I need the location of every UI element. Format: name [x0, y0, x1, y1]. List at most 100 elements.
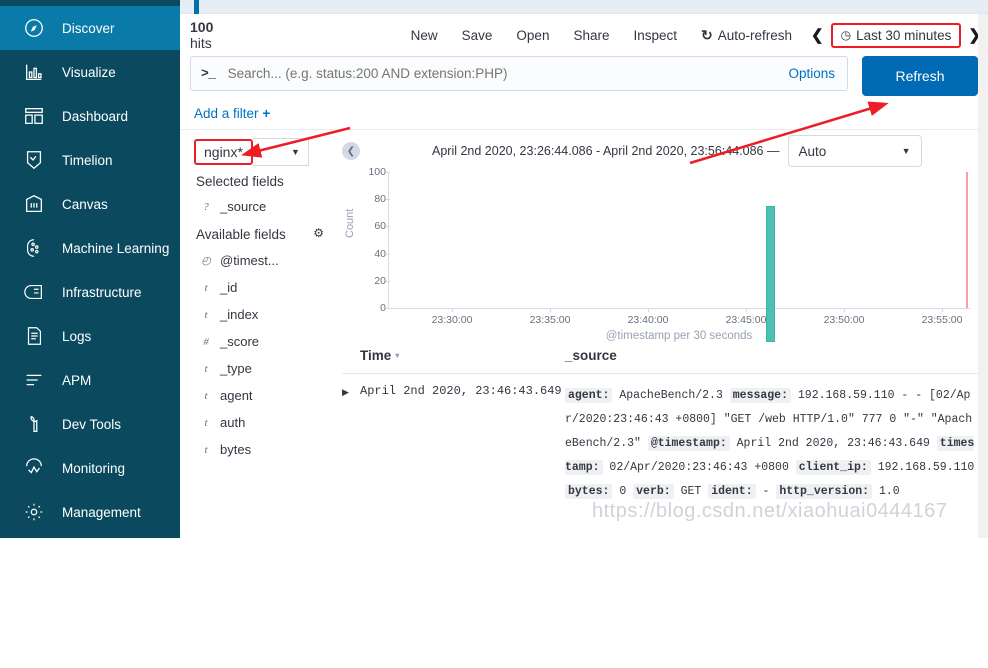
chart-time-range-label: April 2nd 2020, 23:26:44.086 - April 2nd…: [432, 144, 780, 158]
field-type-string-icon: t: [204, 308, 208, 321]
inspect-button[interactable]: Inspect: [621, 24, 689, 47]
field-item-agent[interactable]: t agent: [194, 382, 332, 409]
auto-refresh-button[interactable]: ↻ Auto-refresh: [689, 23, 804, 48]
discover-body: nginx* ▼ Selected fields ? _source Avail…: [180, 130, 988, 668]
field-item-source[interactable]: ? _source: [194, 193, 332, 220]
x-tickmark: [942, 308, 943, 312]
field-item-type[interactable]: t _type: [194, 355, 332, 382]
bar-chart-icon: [22, 60, 46, 84]
share-button[interactable]: Share: [561, 24, 621, 47]
index-pattern-value: nginx*: [194, 139, 253, 165]
x-tick: 23:50:00: [823, 314, 865, 326]
sidebar-item-monitoring[interactable]: Monitoring: [0, 446, 180, 490]
x-tickmark: [746, 308, 747, 312]
field-type-string-icon: t: [204, 281, 208, 294]
save-button[interactable]: Save: [450, 24, 505, 47]
sidebar-item-machine-learning[interactable]: Machine Learning: [0, 226, 180, 270]
gear-icon[interactable]: ⚙: [313, 226, 324, 240]
source-key: http_version:: [776, 484, 873, 499]
wrench-icon: [22, 412, 46, 436]
field-item-timestamp[interactable]: ◴ @timest...: [194, 247, 332, 274]
sidebar-item-label: Monitoring: [62, 460, 126, 476]
sidebar-item-infrastructure[interactable]: Infrastructure: [0, 270, 180, 314]
query-row: >_ Options Refresh: [180, 56, 988, 96]
field-type-date-icon: ◴: [201, 255, 211, 267]
source-value: GET: [680, 485, 702, 498]
hits-number: 100: [190, 19, 214, 35]
sidebar-item-discover[interactable]: Discover: [0, 6, 180, 50]
canvas-icon: [22, 192, 46, 216]
field-type-string-icon: t: [204, 362, 208, 375]
discover-topbar: 100 hits New Save Open Share Inspect ↻ A…: [180, 14, 988, 56]
sidebar-item-management[interactable]: Management: [0, 490, 180, 534]
query-options-button[interactable]: Options: [788, 66, 837, 81]
main-region: 100 hits New Save Open Share Inspect ↻ A…: [180, 0, 988, 538]
chart-header: ❮ April 2nd 2020, 23:26:44.086 - April 2…: [336, 130, 988, 172]
field-type-string-icon: t: [204, 443, 208, 456]
histogram-plot: Count 100 80 60 40 20 0 23:30:00 23:35:0…: [342, 166, 972, 342]
sort-descending-icon: ▾: [395, 351, 400, 360]
add-filter-button[interactable]: Add a filter +: [194, 106, 270, 121]
chevron-down-icon[interactable]: ▼: [252, 138, 309, 166]
sidebar-item-logs[interactable]: Logs: [0, 314, 180, 358]
index-pattern-selector[interactable]: nginx* ▼: [194, 138, 332, 166]
x-tick: 23:45:00: [725, 314, 767, 326]
collapse-left-icon[interactable]: ❮: [342, 142, 360, 160]
search-bar[interactable]: >_ Options: [190, 56, 848, 91]
table-header-row: Time ▾ _source: [342, 342, 988, 374]
source-key: bytes:: [565, 484, 613, 499]
search-input[interactable]: [225, 65, 789, 82]
field-type-unknown-icon: ?: [203, 200, 209, 213]
sidebar-item-label: Infrastructure: [62, 284, 142, 300]
sidebar-item-dev-tools[interactable]: Dev Tools: [0, 402, 180, 446]
table-row[interactable]: ▶ April 2nd 2020, 23:46:43.649 agent: Ap…: [342, 374, 988, 504]
document-table: Time ▾ _source ▶ April 2nd 2020, 23:46:4…: [336, 342, 988, 504]
time-range-picker[interactable]: ◷ Last 30 minutes: [830, 22, 962, 48]
x-tick: 23:40:00: [627, 314, 669, 326]
histogram-chart: Count 100 80 60 40 20 0 23:30:00 23:35:0…: [336, 166, 988, 342]
y-tick: 100: [368, 166, 386, 178]
x-tick: 23:55:00: [921, 314, 963, 326]
field-name: auth: [220, 415, 246, 430]
source-key: message:: [729, 388, 791, 403]
sidebar-item-timelion[interactable]: Timelion: [0, 138, 180, 182]
now-time-marker: [966, 172, 968, 308]
breadcrumb-strip: [180, 0, 988, 14]
time-prev-button[interactable]: ❮: [804, 24, 831, 46]
new-button[interactable]: New: [399, 24, 450, 47]
add-filter-label: Add a filter: [194, 106, 259, 121]
timelion-icon: [22, 148, 46, 172]
x-tickmark: [452, 308, 453, 312]
sidebar-item-dashboard[interactable]: Dashboard: [0, 94, 180, 138]
field-item-bytes[interactable]: t bytes: [194, 436, 332, 463]
selected-fields-title: Selected fields: [196, 174, 284, 189]
time-range-label: Last 30 minutes: [856, 27, 952, 43]
column-header-time[interactable]: Time ▾: [360, 348, 565, 363]
sidebar-item-visualize[interactable]: Visualize: [0, 50, 180, 94]
histogram-bar[interactable]: [766, 206, 775, 342]
field-name: _source: [220, 199, 267, 214]
field-item-auth[interactable]: t auth: [194, 409, 332, 436]
open-button[interactable]: Open: [504, 24, 561, 47]
sidebar-item-label: Dev Tools: [62, 416, 122, 432]
sidebar-item-canvas[interactable]: Canvas: [0, 182, 180, 226]
fields-panel: nginx* ▼ Selected fields ? _source Avail…: [180, 130, 332, 668]
clock-icon: ◷: [840, 28, 852, 42]
source-key: ident:: [708, 484, 756, 499]
field-name: _index: [220, 307, 259, 322]
sidebar-item-apm[interactable]: APM: [0, 358, 180, 402]
source-key: agent:: [565, 388, 613, 403]
hits-count: 100 hits: [190, 19, 229, 51]
source-value: 0: [619, 485, 627, 498]
field-item-index[interactable]: t _index: [194, 301, 332, 328]
refresh-button[interactable]: Refresh: [862, 56, 978, 96]
expand-row-icon[interactable]: ▶: [342, 384, 360, 504]
sidebar-item-label: Visualize: [62, 64, 116, 80]
field-item-score[interactable]: # _score: [194, 328, 332, 355]
source-key: client_ip:: [795, 460, 871, 475]
field-item-id[interactable]: t _id: [194, 274, 332, 301]
field-name: _type: [220, 361, 252, 376]
sidebar-item-label: Discover: [62, 20, 115, 36]
interval-select[interactable]: Auto ▼: [787, 135, 922, 167]
vertical-scrollbar[interactable]: [978, 14, 988, 538]
